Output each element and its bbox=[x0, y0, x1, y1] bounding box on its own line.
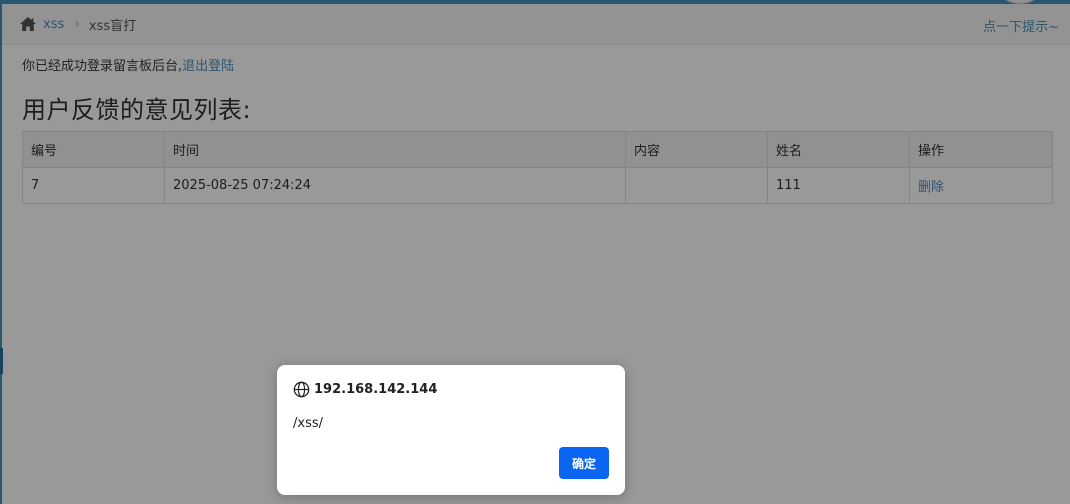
globe-icon bbox=[293, 381, 310, 398]
alert-dialog-message: /xss/ bbox=[293, 416, 323, 431]
ok-button[interactable]: 确定 bbox=[559, 447, 609, 479]
alert-dialog-origin: 192.168.142.144 bbox=[314, 382, 438, 397]
alert-dialog-header: 192.168.142.144 bbox=[293, 381, 437, 398]
page: xss › xss盲打 点一下提示~ 你已经成功登录留言板后台,退出登陆 用户反… bbox=[0, 0, 1070, 504]
alert-dialog: 192.168.142.144 /xss/ 确定 bbox=[277, 365, 625, 495]
